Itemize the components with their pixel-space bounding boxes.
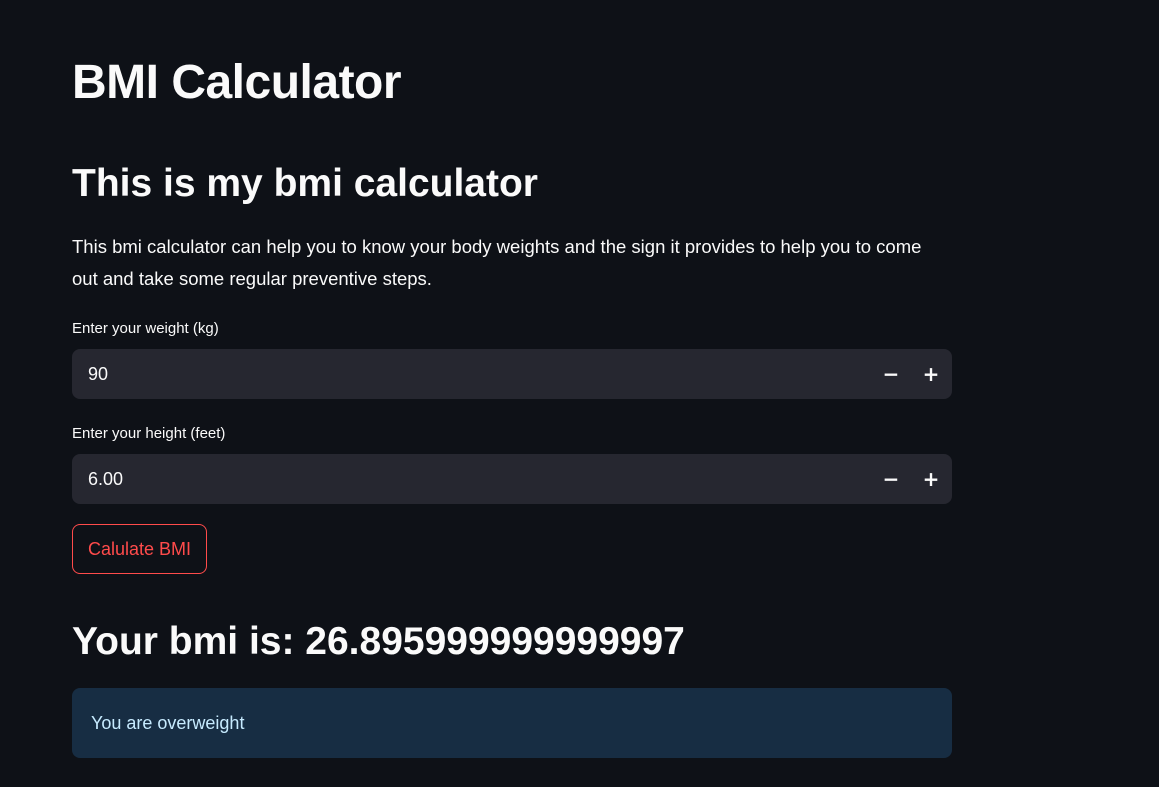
weight-input[interactable]	[72, 349, 852, 399]
plus-icon: +	[922, 467, 940, 491]
page-description: This bmi calculator can help you to know…	[72, 236, 922, 289]
height-increment-button[interactable]: +	[911, 459, 951, 499]
height-input[interactable]	[72, 454, 852, 504]
plus-icon: +	[922, 362, 940, 386]
weight-increment-button[interactable]: +	[911, 354, 951, 394]
bmi-result: Your bmi is: 26.895999999999997	[72, 620, 685, 663]
height-decrement-button[interactable]: −	[871, 459, 911, 499]
weight-label: Enter your weight (kg)	[72, 320, 219, 337]
height-label: Enter your height (feet)	[72, 425, 226, 442]
page-title: BMI Calculator	[72, 56, 402, 109]
height-number-input: − +	[72, 454, 952, 504]
weight-decrement-button[interactable]: −	[871, 354, 911, 394]
page-subtitle: This is my bmi calculator	[72, 162, 538, 205]
alert-text: You are overweight	[91, 712, 245, 733]
minus-icon: −	[882, 467, 900, 491]
minus-icon: −	[882, 362, 900, 386]
weight-number-input: − +	[72, 349, 952, 399]
calculate-bmi-button[interactable]: Calulate BMI	[72, 524, 208, 574]
info-alert: You are overweight	[72, 688, 952, 758]
